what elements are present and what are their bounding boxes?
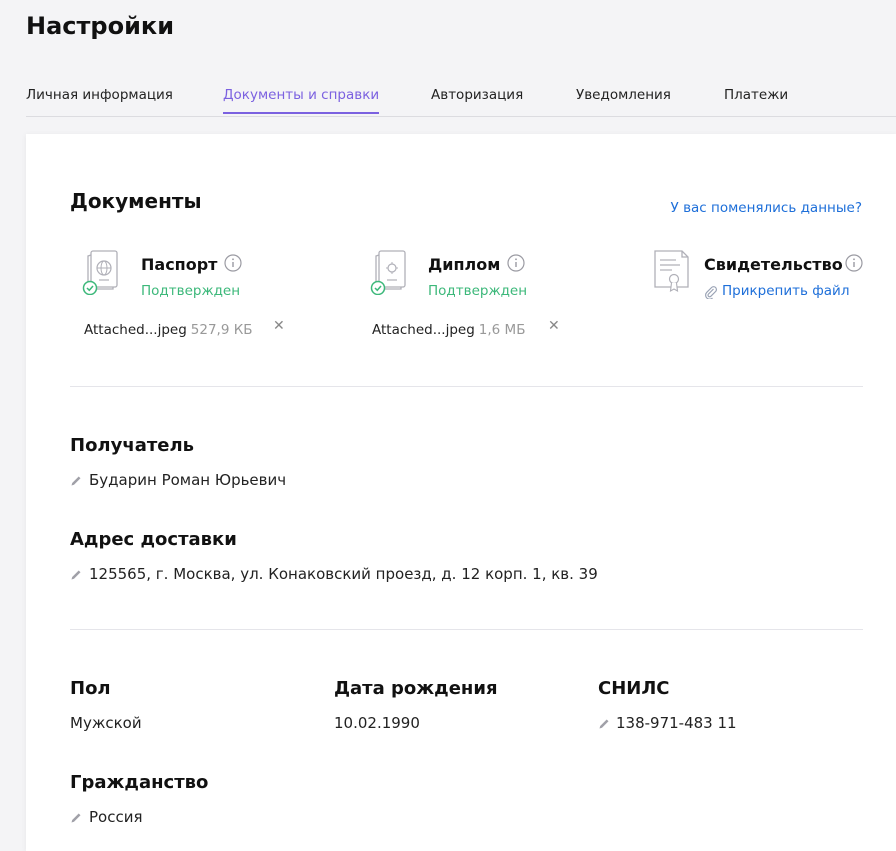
gender-value: Мужской bbox=[70, 714, 142, 732]
pencil-icon[interactable] bbox=[598, 718, 610, 730]
diploma-icon bbox=[370, 250, 406, 295]
pencil-icon[interactable] bbox=[70, 569, 82, 581]
file-size: 1,6 МБ bbox=[478, 322, 526, 338]
snils-value: 138-971-483 11 bbox=[616, 714, 737, 732]
snils-label: СНИЛС bbox=[598, 678, 670, 699]
gender-label: Пол bbox=[70, 678, 111, 699]
passport-name: Паспорт bbox=[141, 255, 218, 274]
info-icon[interactable] bbox=[224, 254, 242, 272]
paperclip-icon bbox=[705, 286, 718, 299]
file-size: 527,9 КБ bbox=[190, 322, 253, 338]
remove-file-icon[interactable]: ✕ bbox=[548, 318, 560, 334]
attach-file-link[interactable]: Прикрепить файл bbox=[722, 283, 849, 299]
tab-payments[interactable]: Платежи bbox=[724, 87, 788, 112]
page-title: Настройки bbox=[26, 12, 175, 40]
info-icon[interactable] bbox=[845, 254, 863, 272]
delivery-address-label: Адрес доставки bbox=[70, 529, 237, 550]
remove-file-icon[interactable]: ✕ bbox=[273, 318, 285, 334]
passport-file: Attached...jpeg 527,9 КБ ✕ bbox=[84, 318, 285, 338]
delivery-address-value: 125565, г. Москва, ул. Конаковский проез… bbox=[89, 565, 598, 583]
file-name[interactable]: Attached...jpeg bbox=[372, 322, 475, 338]
tab-documents[interactable]: Документы и справки bbox=[223, 87, 380, 114]
tab-personal-info[interactable]: Личная информация bbox=[26, 87, 173, 112]
pencil-icon[interactable] bbox=[70, 812, 82, 824]
passport-icon bbox=[82, 250, 118, 295]
info-icon[interactable] bbox=[507, 254, 525, 272]
file-name[interactable]: Attached...jpeg bbox=[84, 322, 187, 338]
birth-date-value: 10.02.1990 bbox=[334, 714, 420, 732]
citizenship-label: Гражданство bbox=[70, 772, 209, 793]
tab-authorization[interactable]: Авторизация bbox=[431, 87, 523, 112]
documents-title: Документы bbox=[70, 189, 202, 213]
diploma-status: Подтвержден bbox=[428, 283, 528, 299]
divider bbox=[70, 386, 863, 387]
birth-date-label: Дата рождения bbox=[334, 678, 498, 699]
diploma-file: Attached...jpeg 1,6 МБ ✕ bbox=[372, 318, 560, 338]
diploma-name: Диплом bbox=[428, 255, 501, 274]
divider bbox=[70, 629, 863, 630]
settings-tabs: Личная информация Документы и справки Ав… bbox=[26, 87, 896, 117]
tab-notifications[interactable]: Уведомления bbox=[576, 87, 671, 112]
recipient-label: Получатель bbox=[70, 435, 195, 456]
certificate-name: Свидетельство bbox=[704, 255, 843, 274]
pencil-icon[interactable] bbox=[70, 475, 82, 487]
citizenship-value: Россия bbox=[89, 808, 143, 826]
recipient-value: Бударин Роман Юрьевич bbox=[89, 471, 287, 489]
passport-status: Подтвержден bbox=[141, 283, 241, 299]
data-changed-link[interactable]: У вас поменялись данные? bbox=[671, 200, 862, 216]
settings-card: Документы У вас поменялись данные? Паспо… bbox=[26, 134, 896, 851]
certificate-icon bbox=[654, 250, 689, 293]
